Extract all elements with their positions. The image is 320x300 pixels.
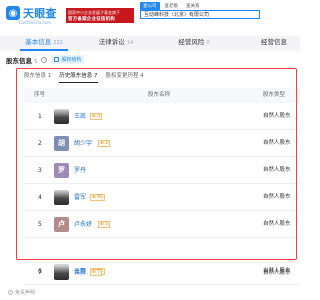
logo-eye-icon: ◉ <box>6 6 20 20</box>
banner-line1: 国家中小企业发展子基金旗下 <box>68 10 120 15</box>
section-nav: 基本信息 222 法律诉讼 14 经营风险 0 经营信息 <box>0 36 300 51</box>
info-icon: i <box>8 290 13 295</box>
nav-risks[interactable]: 经营风险 0 <box>170 36 218 51</box>
search-tab-company[interactable]: 查公司 <box>140 2 160 10</box>
shareholder-name[interactable]: 袁晨 <box>74 262 86 284</box>
disclaimer-text: 免责声明 <box>15 290 36 296</box>
search-input[interactable]: 互动峰科技（北京）有限公司 <box>140 10 260 19</box>
nav-lawsuits[interactable]: 法律诉讼 14 <box>92 36 140 51</box>
disclaimer[interactable]: i 免责声明 <box>8 289 35 296</box>
company-count-badge[interactable]: ⊕ 7 <box>90 269 103 276</box>
table-row: 7 袁晨 ⊕ 7 自然人股东 <box>24 262 300 284</box>
search-mode-tabs: 查公司 查老板 查关系 <box>140 2 203 10</box>
highlight-box <box>16 68 297 260</box>
equity-structure-button[interactable]: 股权结构 <box>51 55 85 64</box>
equity-structure-label: 股权结构 <box>61 57 82 63</box>
structure-icon <box>54 57 60 62</box>
certification-banner: 国家中小企业发展子基金旗下 官方备案企业征信机构 <box>66 8 134 23</box>
nav-business-info[interactable]: 经营信息 <box>250 36 298 51</box>
row-index: 7 <box>38 269 42 276</box>
logo-text: 天眼查 <box>23 7 57 20</box>
logo-url: TianYanCha.com <box>18 20 51 25</box>
nav-label: 经营信息 <box>261 38 287 46</box>
search-tab-boss[interactable]: 查老板 <box>162 2 182 10</box>
nav-count: 222 <box>53 40 63 46</box>
shareholder-type: 自然人股东 <box>263 270 291 276</box>
section-header: 股东信息 5 ? 股权结构 <box>6 55 85 65</box>
help-icon[interactable]: ? <box>41 56 48 63</box>
nav-label: 经营风险 <box>178 38 205 46</box>
top-header: ◉ 天眼查 TianYanCha.com 国家中小企业发展子基金旗下 官方备案企… <box>0 0 300 30</box>
search-tab-relation[interactable]: 查关系 <box>183 2 203 10</box>
section-title: 股东信息 5 <box>6 56 38 65</box>
nav-label: 法律诉讼 <box>98 38 125 46</box>
avatar[interactable] <box>54 265 69 280</box>
nav-label: 基本信息 <box>25 38 52 46</box>
nav-count: 14 <box>126 40 134 46</box>
site-logo[interactable]: ◉ 天眼查 <box>6 5 57 21</box>
nav-basic-info[interactable]: 基本信息 222 <box>20 36 68 51</box>
nav-count: 0 <box>206 40 210 46</box>
banner-line2: 官方备案企业征信机构 <box>68 17 115 22</box>
